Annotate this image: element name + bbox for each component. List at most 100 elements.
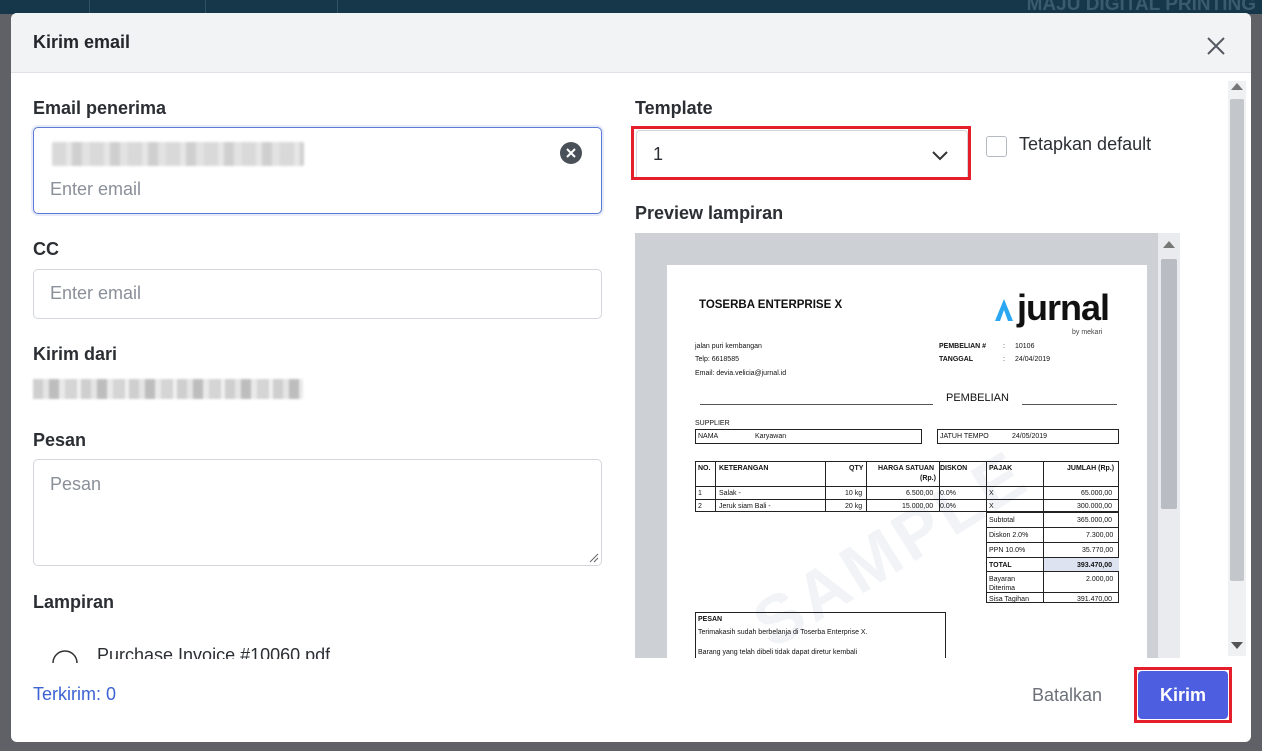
recipient-field[interactable]: Enter email [33,127,602,214]
dialog-header: Kirim email [11,13,1251,73]
doc-total-label: TOTAL [989,562,1012,569]
doc-ppn: 35.770,00 [1082,547,1114,554]
sent-count[interactable]: Terkirim: 0 [33,684,116,705]
attachment-icon [52,650,78,663]
doc-balance: 391.470,00 [1077,596,1113,603]
dialog-title: Kirim email [33,32,131,52]
template-selected-value: 1 [653,144,664,164]
cc-label: CC [33,239,59,259]
scroll-up-icon[interactable] [1163,241,1175,248]
preview-scroll-thumb[interactable] [1161,259,1177,509]
sender-email [33,379,303,399]
recipient-label: Email penerima [33,98,167,118]
attachment-preview[interactable]: SAMPLE TOSERBA ENTERPRISE X jurnal by me… [635,233,1180,658]
doc-logo: jurnal [1017,287,1110,328]
background-topbar: MAJU DIGITAL PRINTING [0,0,1262,15]
doc-total: 393.470,00 [1077,562,1113,569]
doc-address: jalan puri kembangan [695,343,762,350]
set-default-checkbox[interactable] [986,136,1007,157]
doc-date: 24/04/2019 [1015,356,1051,363]
doc-item-discount: 0.0% [940,490,956,497]
doc-company: TOSERBA ENTERPRISE X [699,299,843,311]
doc-summary-rule [986,592,1119,593]
doc-item-qty: 10 kg [845,490,863,497]
doc-col-no: NO. [698,465,711,472]
doc-balance-label: Sisa Tagihan [989,596,1029,603]
doc-discount-label: Diskon 2.0% [989,532,1029,539]
doc-item-qty: 20 kg [845,503,863,510]
doc-phone: Telp: 6618585 [695,356,739,363]
doc-subtotal-label: Subtotal [989,517,1015,524]
doc-title: PEMBELIAN [946,392,1009,404]
doc-table-col [866,461,867,512]
doc-table-col [715,461,716,512]
doc-purchase-no: 10106 [1015,343,1035,350]
doc-item-amount: 65.000,00 [1081,490,1113,497]
doc-summary-rule [986,542,1119,543]
doc-supplier-label: SUPPLIER [695,420,730,427]
doc-paid: 2.000,00 [1086,576,1114,583]
cc-input[interactable]: Enter email [33,269,602,319]
doc-colon: : [1003,343,1005,350]
doc-table-rule [695,486,1119,487]
scroll-down-icon[interactable] [1231,642,1243,649]
doc-item-desc: Salak - [719,490,741,497]
preview-label: Preview lampiran [635,203,784,223]
recipient-email-chip [52,142,304,166]
doc-item-amount: 300.000,00 [1077,503,1113,510]
resize-grip-icon[interactable] [587,551,599,563]
doc-paid-label: Diterima [989,585,1016,592]
attachment-file-name[interactable]: Purchase Invoice #10060.pdf [97,645,330,659]
doc-date-label: TANGGAL [939,356,974,363]
doc-ppn-label: PPN 10.0% [989,547,1026,554]
doc-col-qty: QTY [849,465,864,472]
doc-subtotal: 365.000,00 [1077,517,1113,524]
doc-purchase-label: PEMBELIAN # [939,343,987,350]
doc-table-col [825,461,826,512]
doc-item-desc: Jeruk siam Bali - [719,503,771,510]
doc-email: Email: devia.velicia@jurnal.id [695,370,787,377]
doc-item-discount: 0.0% [940,503,956,510]
attachments-label: Lampiran [33,592,115,612]
doc-paid-label: Bayaran [989,576,1016,583]
jurnal-logo-icon [995,299,1013,321]
cc-placeholder: Enter email [50,283,142,303]
doc-title-rule-left [700,404,933,405]
doc-col-discount: DISKON [940,465,968,472]
doc-col-desc: KETERANGAN [719,465,769,472]
cancel-button[interactable]: Batalkan [1012,676,1122,714]
doc-supplier-box [695,429,922,444]
invoice-document: SAMPLE TOSERBA ENTERPRISE X jurnal by me… [667,265,1147,658]
doc-col-amount: JUMLAH (Rp.) [1067,465,1115,472]
doc-summary-rule [986,571,1119,572]
dialog-scroll-thumb[interactable] [1230,99,1244,581]
send-button[interactable]: Kirim [1138,671,1228,719]
doc-name-label: NAMA [698,433,719,440]
scroll-up-icon[interactable] [1231,83,1243,90]
message-textarea[interactable]: Pesan [33,459,602,566]
doc-table-col [986,461,987,512]
doc-message-title: PESAN [698,616,723,623]
doc-item-no: 2 [698,503,702,510]
recipient-placeholder: Enter email [50,179,142,199]
doc-logo-sub: by mekari [1072,329,1103,336]
doc-name-value: Karyawan [755,433,787,440]
doc-due-label: JATUH TEMPO [940,433,989,440]
template-select[interactable]: 1 [636,130,968,180]
set-default-label[interactable]: Tetapkan default [1019,134,1151,155]
preview-scrollbar[interactable] [1158,233,1180,658]
clear-icon[interactable] [559,141,583,165]
doc-col-tax: PAJAK [989,465,1013,472]
message-label: Pesan [33,430,87,450]
doc-item-tax: X [989,503,994,510]
doc-col-price: HARGA SATUAN [878,465,934,472]
doc-message-line: Terimakasih sudah berbelanja di Toserba … [698,629,868,636]
doc-colon: : [1003,356,1005,363]
send-email-dialog: Kirim email Email penerima Enter email C… [11,13,1251,742]
doc-item-no: 1 [698,490,702,497]
dialog-scrollbar[interactable] [1228,81,1246,656]
doc-summary-rule [986,527,1119,528]
chevron-down-icon [932,151,948,161]
doc-due-value: 24/05/2019 [1012,433,1048,440]
close-icon[interactable] [1203,33,1229,59]
